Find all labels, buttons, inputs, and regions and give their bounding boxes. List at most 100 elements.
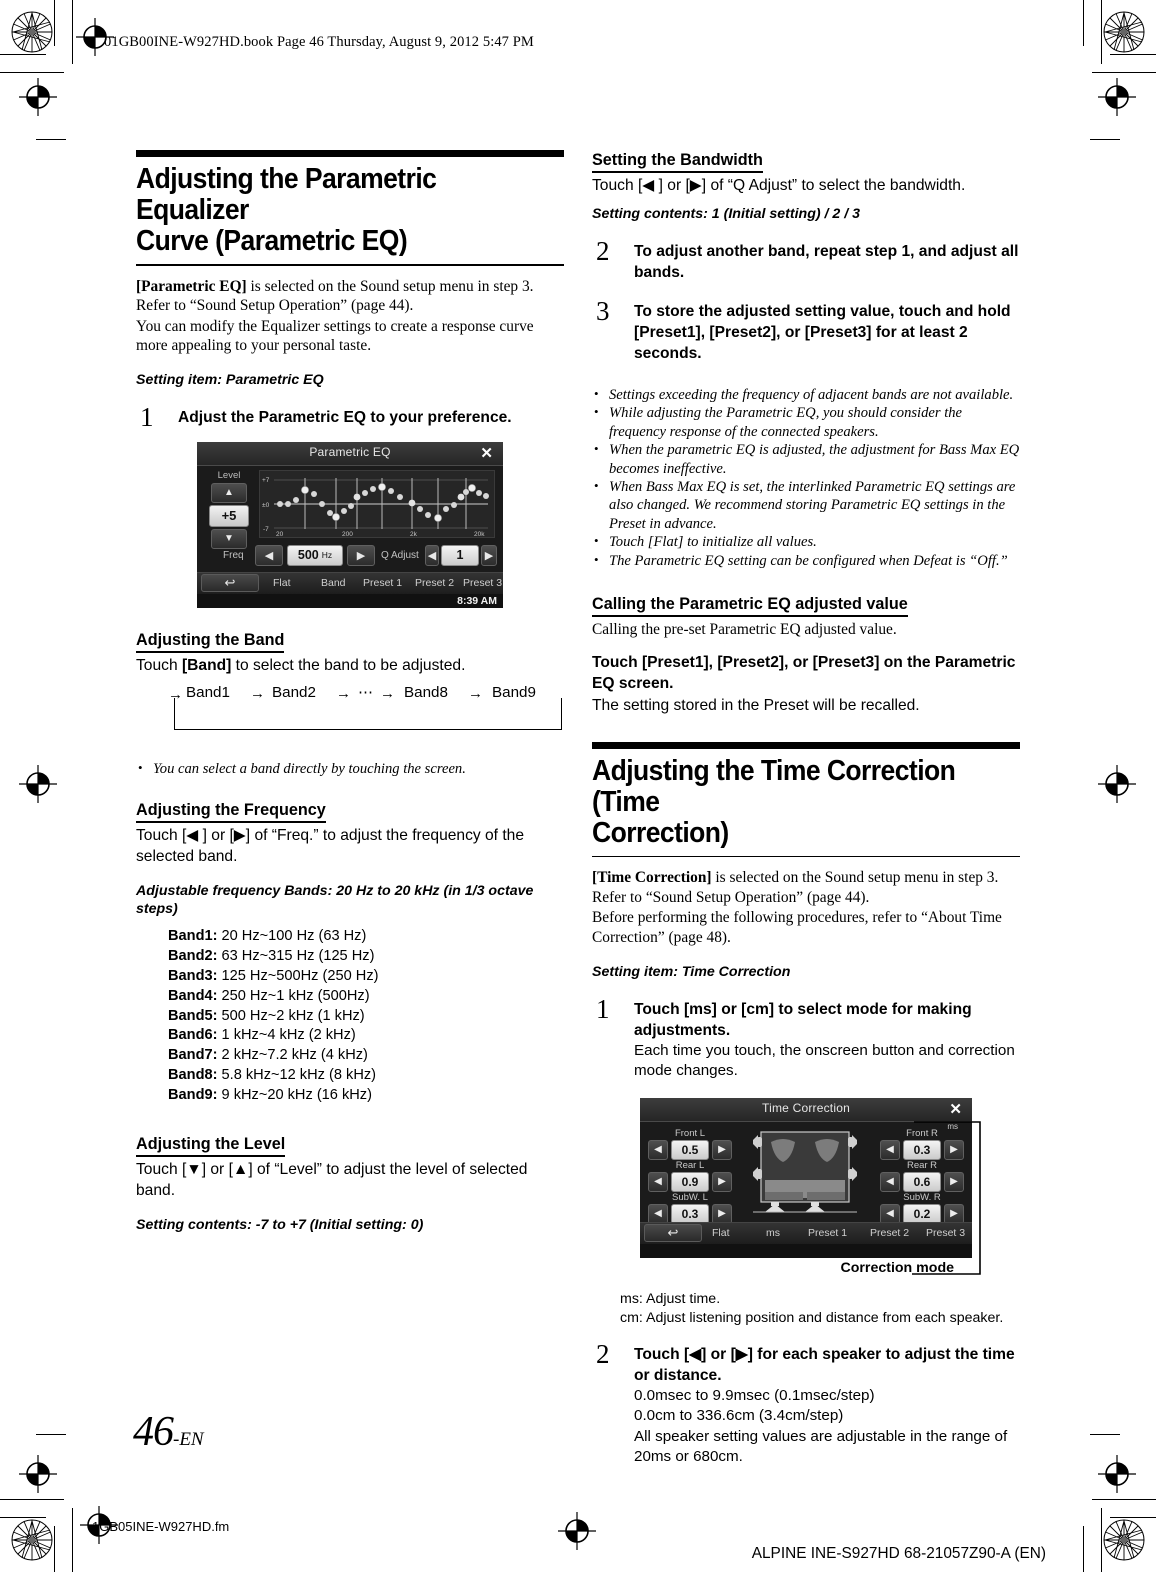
speaker-stepper: ◀ 0.6 ▶ <box>880 1171 964 1192</box>
band-name: Band8: <box>168 1066 218 1083</box>
increase-button[interactable]: ▶ <box>944 1139 964 1160</box>
increase-button[interactable]: ▶ <box>712 1139 732 1160</box>
bandwidth-section-text: Touch [◀ ] or [▶] of “Q Adjust” to selec… <box>592 177 966 194</box>
svg-text:20k: 20k <box>474 531 485 537</box>
tc-preset1-button[interactable]: Preset 1 <box>808 1227 847 1239</box>
speaker-label: SubW. R <box>903 1191 941 1203</box>
speaker-cell-front-right: Front R ◀ 0.3 ▶ <box>880 1128 964 1160</box>
step-2-parametric-eq: 2 To adjust another band, repeat step 1,… <box>592 236 1020 283</box>
step3-part1: To store the adjusted setting value, tou… <box>634 303 1011 320</box>
chapter-title-parametric-eq: Adjusting the Parametric Equalizer Curve… <box>136 150 564 266</box>
band-range: 500 Hz~2 kHz (1 kHz) <box>217 1007 365 1024</box>
registration-mark-bottom-center <box>558 1512 596 1550</box>
band-range: 250 Hz~1 kHz (500Hz) <box>217 987 370 1004</box>
step3-preset1: [Preset1] <box>634 324 701 341</box>
correction-mode-callout-label: Correction mode <box>840 1259 954 1276</box>
setting-item-time-correction: Setting item: Time Correction <box>592 963 791 980</box>
footer-file-name: 1GB05INE-W927HD.fm <box>92 1519 230 1534</box>
increase-button[interactable]: ▶ <box>712 1203 732 1224</box>
step-3-number: 3 <box>596 296 610 326</box>
time-correction-screenshot-wrap: Time Correction ✕ ms Front L ◀ 0.5 ▶ Rea… <box>592 1097 1020 1275</box>
title-rule-thin <box>136 264 564 266</box>
note-item: While adjusting the Parametric EQ, you s… <box>592 403 1020 441</box>
registration-mark-top-right <box>1098 78 1136 116</box>
band-section-text: Touch [Band] to select the band to be ad… <box>136 655 564 676</box>
registration-mark-top-left <box>19 78 57 116</box>
back-icon[interactable]: ↩ <box>644 1223 702 1242</box>
step3-preset3: [Preset3] <box>804 324 872 341</box>
tc-intro-paragraph-1: [Time Correction] is selected on the Sou… <box>592 868 1020 907</box>
q-next-button[interactable]: ▶ <box>481 544 497 566</box>
speaker-value: 0.2 <box>903 1203 941 1224</box>
band-list-row: Band9: 9 kHz~20 kHz (16 kHz) <box>168 1086 564 1106</box>
freq-value-display[interactable]: 500 Hz <box>287 544 343 566</box>
decrease-button[interactable]: ◀ <box>648 1171 668 1192</box>
calling-touch-line: Touch [Preset1], [Preset2], or [Preset3]… <box>592 653 1016 692</box>
eq-preset3-button[interactable]: Preset 3 <box>463 577 502 589</box>
freq-unit-text: Hz <box>321 550 333 561</box>
tc-step-1-title: Touch [ms] or [cm] to select mode for ma… <box>634 1000 972 1039</box>
speaker-cell-rear-right: Rear R ◀ 0.6 ▶ <box>880 1160 964 1192</box>
speaker-cell-front-left: Front L ◀ 0.5 ▶ <box>648 1128 732 1160</box>
q-prev-button[interactable]: ◀ <box>425 544 439 566</box>
tc-preset3-button[interactable]: Preset 3 <box>926 1227 965 1239</box>
calling-heading-wrap: Calling the Parametric EQ adjusted value <box>592 594 1020 618</box>
close-icon[interactable]: ✕ <box>949 1100 962 1118</box>
tc-preset2-button[interactable]: Preset 2 <box>870 1227 909 1239</box>
band-list-row: Band6: 1 kHz~4 kHz (2 kHz) <box>168 1026 564 1046</box>
car-diagram-svg <box>753 1131 857 1213</box>
eq-curve-graph[interactable]: +7 ±0 -7 20 200 2k 20k <box>259 469 495 538</box>
band-range: 63 Hz~315 Hz (125 Hz) <box>217 948 375 965</box>
speaker-value: 0.3 <box>903 1139 941 1160</box>
eq-preset1-button[interactable]: Preset 1 <box>363 577 402 589</box>
tc-intro-paragraph-2: Before performing the following procedur… <box>592 909 1002 947</box>
back-icon[interactable]: ↩ <box>201 573 259 592</box>
mode-line-cm: cm: Adjust listening position and distan… <box>620 1309 1004 1326</box>
decrease-button[interactable]: ◀ <box>880 1139 900 1160</box>
band-text-pre: Touch <box>136 656 182 674</box>
q-value-display[interactable]: 1 <box>441 544 479 566</box>
adjustable-frequency-label: Adjustable frequency Bands: 20 Hz to 20 … <box>136 883 534 918</box>
chapter-heading-text: Adjusting the Parametric Equalizer Curve… <box>136 163 437 257</box>
decrease-button[interactable]: ◀ <box>880 1171 900 1192</box>
tc-flat-button[interactable]: Flat <box>712 1227 730 1239</box>
eq-flat-button[interactable]: Flat <box>273 577 291 589</box>
band-list-row: Band4: 250 Hz~1 kHz (500Hz) <box>168 987 564 1007</box>
band-name: Band4: <box>168 987 218 1004</box>
speaker-cell-rear-left: Rear L ◀ 0.9 ▶ <box>648 1160 732 1192</box>
increase-button[interactable]: ▶ <box>944 1203 964 1224</box>
band-range: 1 kHz~4 kHz (2 kHz) <box>217 1027 356 1044</box>
close-icon[interactable]: ✕ <box>480 444 493 462</box>
increase-button[interactable]: ▶ <box>712 1171 732 1192</box>
tc-step-2-number: 2 <box>596 1338 610 1369</box>
band-range: 125 Hz~500Hz (250 Hz) <box>217 967 379 984</box>
tc-title-rule-thin <box>592 855 1020 858</box>
decrease-button[interactable]: ◀ <box>648 1139 668 1160</box>
step-1-title: Adjust the Parametric EQ to your prefere… <box>178 408 512 426</box>
band-range: 5.8 kHz~12 kHz (8 kHz) <box>217 1066 377 1083</box>
freq-next-button[interactable]: ▶ <box>347 544 375 566</box>
decrease-button[interactable]: ◀ <box>880 1203 900 1224</box>
eq-band-button[interactable]: Band <box>321 577 346 589</box>
decrease-button[interactable]: ◀ <box>648 1203 668 1224</box>
increase-button[interactable]: ▶ <box>944 1171 964 1192</box>
level-section-heading: Adjusting the Level <box>136 1134 286 1157</box>
band-range: 9 kHz~20 kHz (16 kHz) <box>217 1086 372 1103</box>
footer-model-line: ALPINE INE-S927HD 68-21057Z90-A (EN) <box>751 1545 1046 1562</box>
eq-preset2-button[interactable]: Preset 2 <box>415 577 454 589</box>
parametric-eq-screen: Parametric EQ ✕ Level ▲ +5 ▼ +7 ±0 -7 20… <box>197 441 503 608</box>
starburst-mark-bottom-right <box>1103 1519 1145 1561</box>
registration-mark-bottom-left <box>19 1455 57 1493</box>
tc-ms-button[interactable]: ms <box>766 1227 780 1239</box>
tc-step-2-line-3: All speaker setting values are adjustabl… <box>634 1427 1008 1466</box>
tc-step-2-line-1: 0.0msec to 9.9msec (0.1msec/step) <box>634 1386 875 1404</box>
title-rule-thick <box>136 150 564 157</box>
freq-prev-button[interactable]: ◀ <box>255 544 283 566</box>
eq-curve-svg: +7 ±0 -7 20 200 2k 20k <box>260 470 494 537</box>
eq-level-control: Level ▲ +5 ▼ <box>203 470 255 549</box>
speaker-stepper: ◀ 0.2 ▶ <box>880 1203 964 1224</box>
speaker-label: SubW. L <box>672 1191 708 1203</box>
band-name: Band1: <box>168 928 218 945</box>
calling-section-text: Calling the pre-set Parametric EQ adjust… <box>592 621 897 639</box>
level-up-button[interactable]: ▲ <box>211 482 247 503</box>
